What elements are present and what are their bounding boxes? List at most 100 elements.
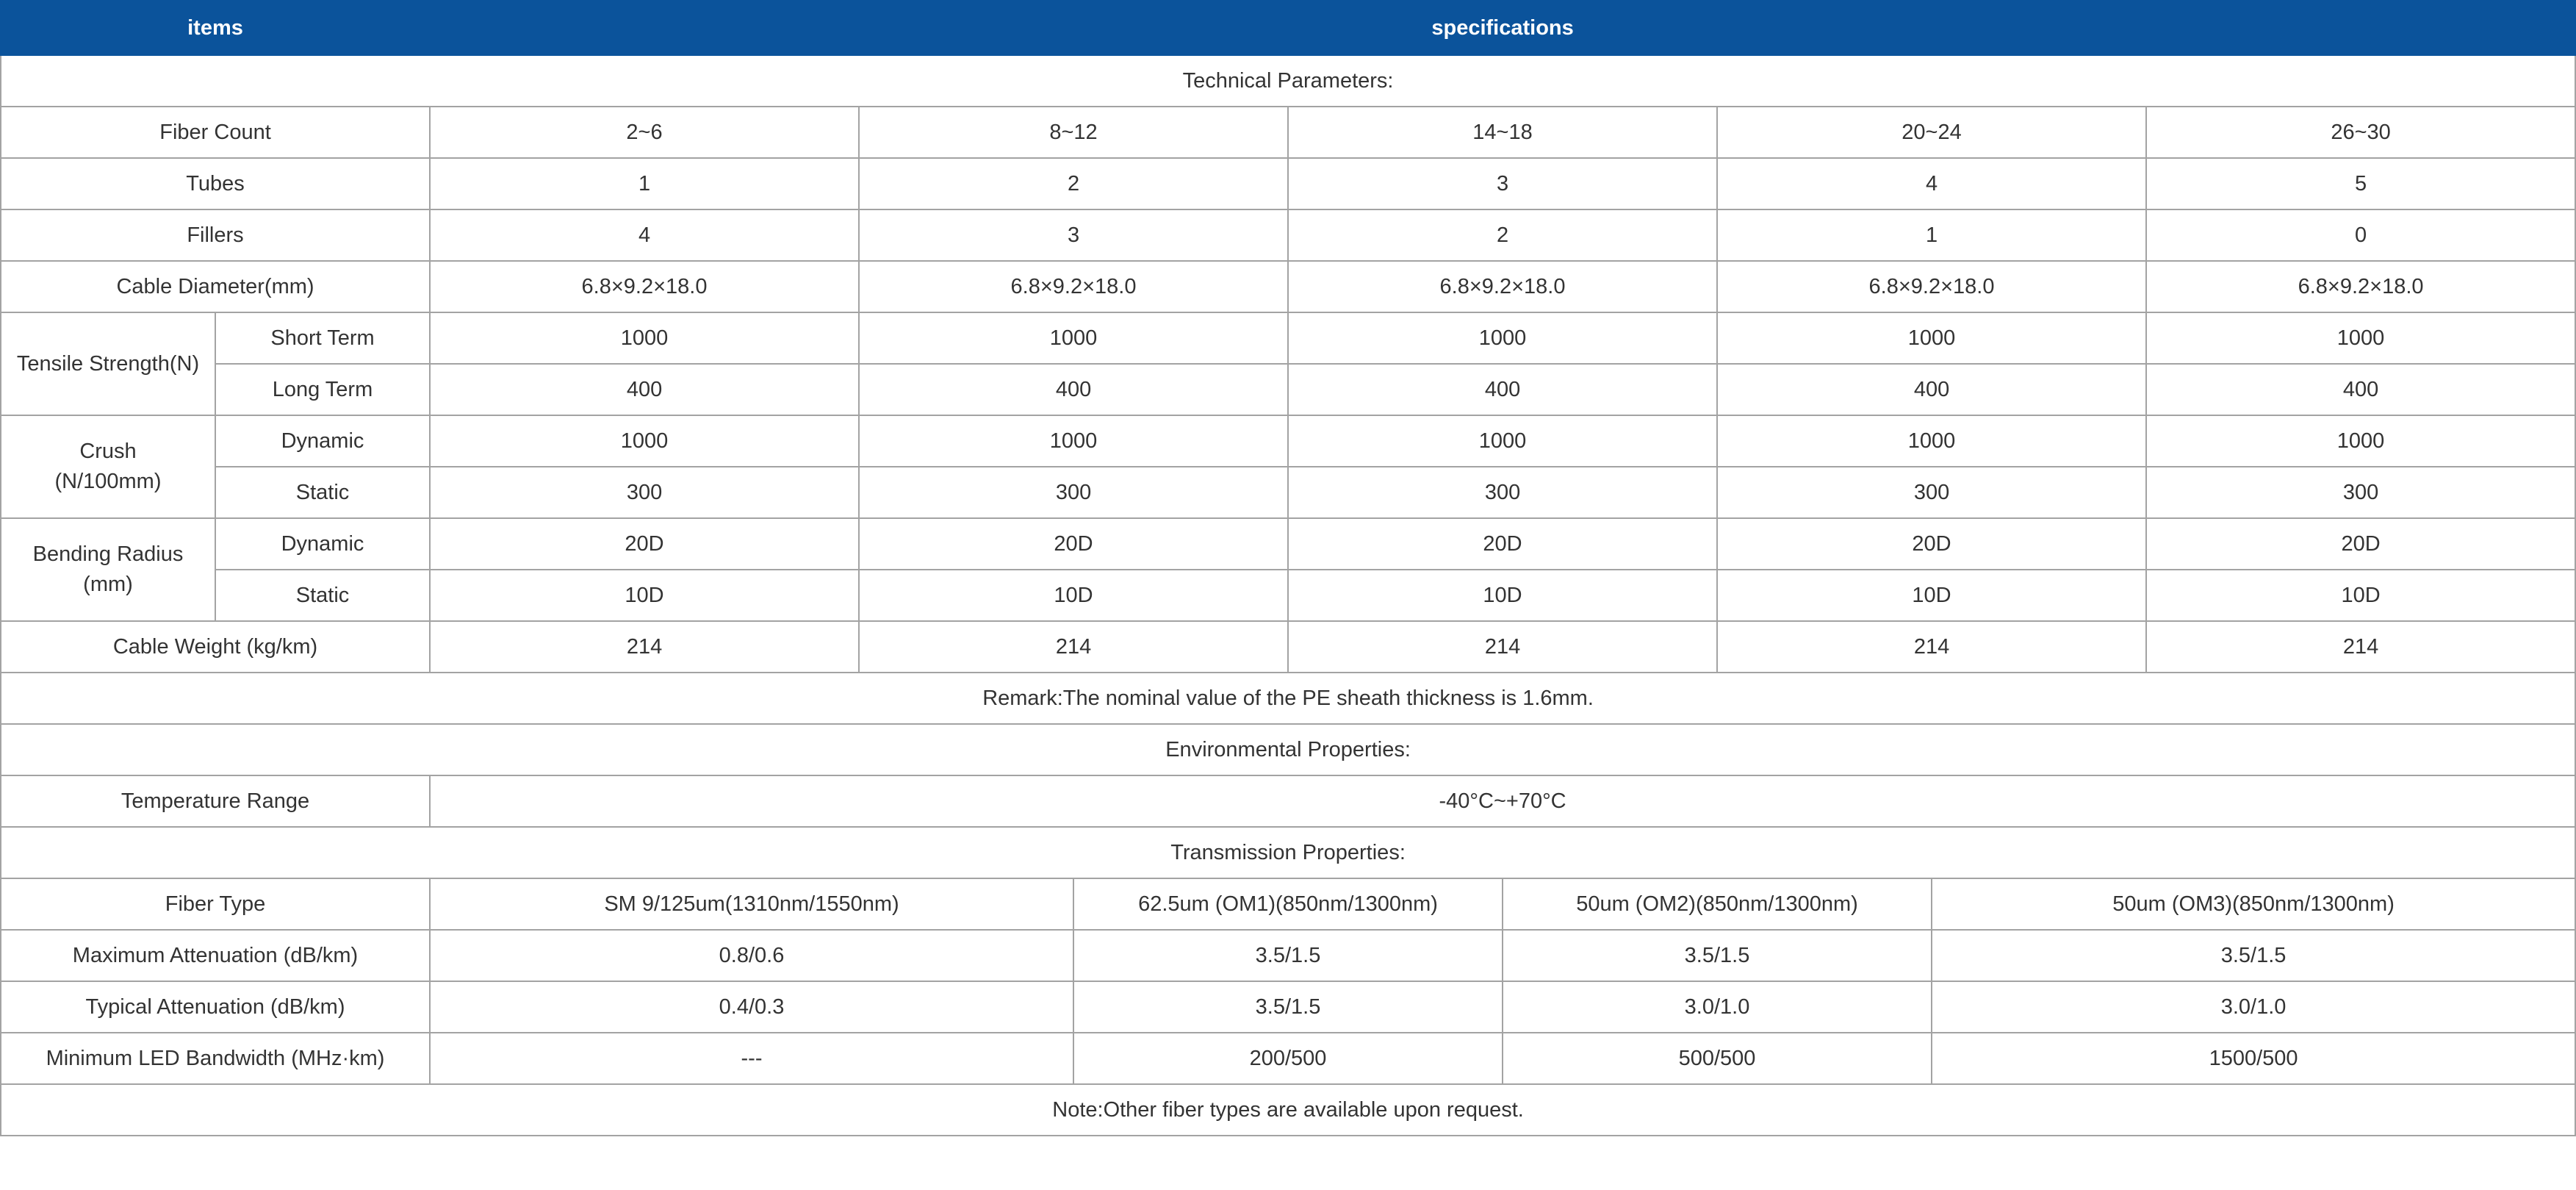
row-label-cable-weight: Cable Weight (kg/km) [0, 620, 431, 673]
table-row: Crush (N/100mm) Dynamic 1000 1000 1000 1… [0, 415, 2576, 519]
row-label-cable-diameter: Cable Diameter(mm) [0, 260, 431, 313]
cell: 1500/500 [1931, 1032, 2576, 1085]
cell: 20D [2145, 517, 2576, 570]
cell: 20D [858, 517, 1289, 570]
row-label-typical-attenuation: Typical Attenuation (dB/km) [0, 981, 431, 1033]
cell: 214 [1716, 620, 2148, 673]
cell: 20D [1716, 517, 2148, 570]
cell: 26~30 [2145, 106, 2576, 159]
cell: 300 [429, 466, 860, 519]
cell: 6.8×9.2×18.0 [1716, 260, 2148, 313]
table-row: Long Term 400 400 400 400 400 [1, 363, 2576, 416]
table-row: Cable Diameter(mm) 6.8×9.2×18.0 6.8×9.2×… [0, 260, 2576, 313]
row-label-led-bandwidth: Minimum LED Bandwidth (MHz·km) [0, 1032, 431, 1085]
temperature-range-value: -40°C~+70°C [429, 775, 2576, 828]
section-row: Transmission Properties: [0, 826, 2576, 879]
bending-label-line1: Bending Radius [32, 542, 184, 567]
row-label-fiber-type: Fiber Type [0, 878, 431, 931]
cell: 1000 [1287, 312, 1719, 365]
sub-label-dynamic: Dynamic [214, 517, 431, 570]
cell: SM 9/125um(1310nm/1550nm) [429, 878, 1075, 931]
cell: 1 [429, 157, 860, 210]
sub-label-long-term: Long Term [214, 363, 431, 416]
cell: 3.5/1.5 [1073, 929, 1504, 982]
section-transmission-properties: Transmission Properties: [0, 826, 2576, 879]
cell: 1000 [429, 415, 860, 467]
cell: 20D [1287, 517, 1719, 570]
note-text: Note:Other fiber types are available upo… [0, 1083, 2576, 1136]
table-row: Remark:The nominal value of the PE sheat… [0, 672, 2576, 725]
table-row: Cable Weight (kg/km) 214 214 214 214 214 [0, 620, 2576, 673]
cell: 10D [1716, 569, 2148, 622]
cell: 3.5/1.5 [1502, 929, 1933, 982]
header-items: items [0, 0, 431, 56]
cell: 0 [2145, 209, 2576, 262]
cell: 214 [1287, 620, 1719, 673]
cell: 214 [429, 620, 860, 673]
cell: 2 [1287, 209, 1719, 262]
section-row: Environmental Properties: [0, 723, 2576, 776]
cell: 214 [2145, 620, 2576, 673]
remark-text: Remark:The nominal value of the PE sheat… [0, 672, 2576, 725]
cell: 20D [429, 517, 860, 570]
cell: 300 [1716, 466, 2148, 519]
cell: 4 [429, 209, 860, 262]
cell: 1000 [2145, 415, 2576, 467]
cell: 20~24 [1716, 106, 2148, 159]
cell: 5 [2145, 157, 2576, 210]
table-row: Tubes 1 2 3 4 5 [0, 157, 2576, 210]
cell: 6.8×9.2×18.0 [1287, 260, 1719, 313]
table-row: Static 300 300 300 300 300 [1, 466, 2576, 519]
cell: 500/500 [1502, 1032, 1933, 1085]
cell: 0.8/0.6 [429, 929, 1075, 982]
sub-label-static: Static [214, 466, 431, 519]
specification-table: items specifications Technical Parameter… [0, 0, 2576, 1136]
cell: 1000 [1716, 312, 2148, 365]
cell: 400 [858, 363, 1289, 416]
section-technical-parameters: Technical Parameters: [0, 54, 2576, 107]
cell: 6.8×9.2×18.0 [2145, 260, 2576, 313]
cell: 1 [1716, 209, 2148, 262]
sub-label-short-term: Short Term [214, 312, 431, 365]
cell: 3.5/1.5 [1073, 981, 1504, 1033]
crush-label-line2: (N/100mm) [54, 470, 162, 493]
cell: 10D [2145, 569, 2576, 622]
cell: 400 [2145, 363, 2576, 416]
table-row: Static 10D 10D 10D 10D 10D [1, 569, 2576, 622]
cell: 2 [858, 157, 1289, 210]
cell: 3 [1287, 157, 1719, 210]
table-row: Minimum LED Bandwidth (MHz·km) --- 200/5… [0, 1032, 2576, 1085]
cell: 300 [858, 466, 1289, 519]
cell: 400 [1287, 363, 1719, 416]
cell: 10D [858, 569, 1289, 622]
cell: 3.0/1.0 [1931, 981, 2576, 1033]
cell: 14~18 [1287, 106, 1719, 159]
table-row: Bending Radius (mm) Dynamic 20D 20D 20D … [0, 517, 2576, 622]
crush-label-line1: Crush [79, 440, 137, 464]
cell: 1000 [858, 312, 1289, 365]
cell: 6.8×9.2×18.0 [429, 260, 860, 313]
cell: 1000 [1287, 415, 1719, 467]
cell: 300 [2145, 466, 2576, 519]
cell: 1000 [1716, 415, 2148, 467]
table-row: Maximum Attenuation (dB/km) 0.8/0.6 3.5/… [0, 929, 2576, 982]
cell: --- [429, 1032, 1075, 1085]
row-label-fiber-count: Fiber Count [0, 106, 431, 159]
cell: 10D [1287, 569, 1719, 622]
section-row: Technical Parameters: [0, 54, 2576, 107]
cell: 1000 [858, 415, 1289, 467]
table-row: Tensile Strength(N) Short Term 1000 1000… [0, 312, 2576, 416]
cell: 2~6 [429, 106, 860, 159]
cell: 300 [1287, 466, 1719, 519]
table-row: Temperature Range -40°C~+70°C [0, 775, 2576, 828]
cell: 6.8×9.2×18.0 [858, 260, 1289, 313]
row-label-crush: Crush (N/100mm) [0, 415, 216, 519]
row-label-tensile-strength: Tensile Strength(N) [0, 312, 216, 416]
table-row: Fiber Count 2~6 8~12 14~18 20~24 26~30 [0, 106, 2576, 159]
cell: 200/500 [1073, 1032, 1504, 1085]
table-row: Fiber Type SM 9/125um(1310nm/1550nm) 62.… [0, 878, 2576, 931]
cell: 400 [1716, 363, 2148, 416]
cell: 400 [429, 363, 860, 416]
cell: 1000 [2145, 312, 2576, 365]
cell: 50um (OM3)(850nm/1300nm) [1931, 878, 2576, 931]
